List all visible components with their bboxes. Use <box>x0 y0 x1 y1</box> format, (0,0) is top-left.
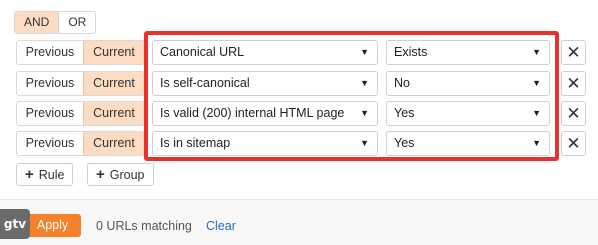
current-button[interactable]: Current <box>83 41 144 64</box>
current-button[interactable]: Current <box>83 72 144 95</box>
add-group-label: Group <box>109 168 145 182</box>
caret-down-icon: ▼ <box>360 47 369 57</box>
caret-down-icon: ▼ <box>532 108 541 118</box>
caret-down-icon: ▼ <box>360 138 369 148</box>
plus-icon: + <box>25 166 34 183</box>
previous-button[interactable]: Previous <box>17 132 83 155</box>
remove-rule-button[interactable]: ✕ <box>561 101 586 126</box>
remove-rule-button[interactable]: ✕ <box>561 71 586 96</box>
close-icon: ✕ <box>566 42 581 62</box>
caret-down-icon: ▼ <box>532 47 541 57</box>
add-rule-label: Rule <box>38 168 65 182</box>
close-icon: ✕ <box>566 103 581 123</box>
rule-row: Previous Current Canonical URL ▼ Exists … <box>0 40 598 65</box>
field-select[interactable]: Canonical URL ▼ <box>152 40 378 65</box>
field-select-value: Is valid (200) internal HTML page <box>160 106 345 120</box>
clear-link[interactable]: Clear <box>206 219 236 233</box>
logic-or-button[interactable]: OR <box>58 12 96 33</box>
close-icon: ✕ <box>566 133 581 153</box>
add-rule-button[interactable]: + Rule <box>16 163 74 186</box>
remove-rule-button[interactable]: ✕ <box>561 131 586 156</box>
operator-select[interactable]: Yes ▼ <box>386 131 550 156</box>
field-select[interactable]: Is in sitemap ▼ <box>152 131 378 156</box>
match-count: 0 URLs matching <box>96 219 192 233</box>
caret-down-icon: ▼ <box>360 108 369 118</box>
close-icon: ✕ <box>566 73 581 93</box>
caret-down-icon: ▼ <box>532 78 541 88</box>
current-button[interactable]: Current <box>83 132 144 155</box>
current-button[interactable]: Current <box>83 102 144 125</box>
caret-down-icon: ▼ <box>532 138 541 148</box>
previous-current-toggle: Previous Current <box>16 71 145 96</box>
apply-button[interactable]: Apply <box>24 214 81 237</box>
footer-bar <box>0 200 598 245</box>
logo-text: gtv <box>3 217 27 231</box>
rule-row: Previous Current Is valid (200) internal… <box>0 101 598 126</box>
previous-current-toggle: Previous Current <box>16 101 145 126</box>
add-group-button[interactable]: + Group <box>87 163 154 186</box>
operator-select[interactable]: No ▼ <box>386 71 550 96</box>
logo-badge: gtv <box>0 209 30 239</box>
rule-row: Previous Current Is in sitemap ▼ Yes ▼ ✕ <box>0 131 598 156</box>
operator-select-value: Yes <box>394 136 415 150</box>
field-select-value: Is self-canonical <box>160 76 250 90</box>
field-select-value: Is in sitemap <box>160 136 231 150</box>
plus-icon: + <box>96 166 105 183</box>
operator-select-value: Exists <box>394 45 428 59</box>
remove-rule-button[interactable]: ✕ <box>561 40 586 65</box>
field-select-value: Canonical URL <box>160 45 245 59</box>
previous-button[interactable]: Previous <box>17 102 83 125</box>
previous-current-toggle: Previous Current <box>16 131 145 156</box>
previous-current-toggle: Previous Current <box>16 40 145 65</box>
operator-select[interactable]: Exists ▼ <box>386 40 550 65</box>
previous-button[interactable]: Previous <box>17 41 83 64</box>
operator-select[interactable]: Yes ▼ <box>386 101 550 126</box>
logic-toggle: AND OR <box>14 11 97 34</box>
caret-down-icon: ▼ <box>360 78 369 88</box>
field-select[interactable]: Is valid (200) internal HTML page ▼ <box>152 101 378 126</box>
operator-select-value: No <box>394 76 410 90</box>
previous-button[interactable]: Previous <box>17 72 83 95</box>
operator-select-value: Yes <box>394 106 415 120</box>
field-select[interactable]: Is self-canonical ▼ <box>152 71 378 96</box>
logic-and-button[interactable]: AND <box>15 12 59 33</box>
rule-row: Previous Current Is self-canonical ▼ No … <box>0 71 598 96</box>
